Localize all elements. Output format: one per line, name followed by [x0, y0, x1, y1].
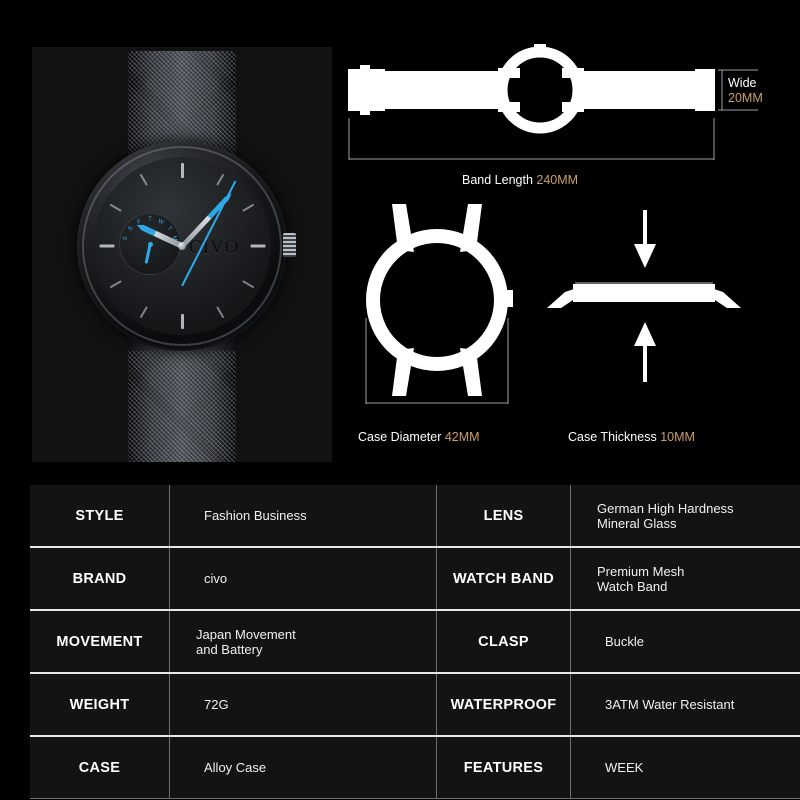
table-row: WEIGHT 72G WATERPROOF 3ATM Water Resistant — [30, 673, 800, 737]
hour-marker-0 — [180, 163, 184, 178]
hour-marker-3 — [250, 244, 265, 248]
mesh-band-bottom — [128, 343, 236, 462]
spec-value-0-left-line1: Fashion Business — [204, 508, 307, 523]
spec-value-1-right: Premium Mesh Watch Band — [570, 547, 800, 611]
specification-table: STYLE Fashion Business LENS German High Har… — [30, 485, 800, 799]
product-spec-page: MTWTFSS CIVO Band Length 240MM Wide 20MM… — [0, 0, 800, 800]
spec-key-3-left: WEIGHT — [30, 673, 170, 737]
watch-crown — [283, 233, 296, 257]
band-wide-label: Wide 20MM — [728, 76, 763, 106]
table-row: CASE Alloy Case FEATURES WEEK — [30, 736, 800, 799]
subdial-weekday-0: S — [122, 235, 130, 242]
spec-key-0-left: STYLE — [30, 485, 170, 548]
band-length-label: Band Length 240MM — [462, 173, 578, 187]
spec-value-3-left-line1: 72G — [204, 697, 229, 712]
spec-value-2-left: Japan Movement and Battery — [169, 610, 437, 674]
spec-value-2-left-line1: Japan Movement — [196, 626, 296, 642]
spec-value-3-left: 72G — [169, 673, 437, 737]
spec-value-0-right: German High Hardness Mineral Glass — [570, 485, 800, 548]
band-length-text: Band Length — [462, 173, 533, 187]
spec-value-1-right-line1: Premium Mesh — [597, 563, 685, 579]
hour-marker-9 — [99, 244, 114, 248]
table-row: MOVEMENT Japan Movement and Battery CLASP Bu… — [30, 610, 800, 674]
hour-marker-1 — [216, 173, 225, 186]
spec-value-3-right-line1: 3ATM Water Resistant — [605, 697, 735, 712]
spec-value-4-left: Alloy Case — [169, 736, 437, 799]
spec-value-4-left-line1: Alloy Case — [204, 760, 267, 775]
spec-key-3-right: WATERPROOF — [436, 673, 571, 737]
case-diameter-label: Case Diameter 42MM — [358, 430, 480, 444]
case-thickness-value: 10MM — [660, 430, 695, 444]
case-diameter-value: 42MM — [444, 430, 480, 444]
case-thickness-diagram — [547, 210, 741, 382]
dimension-diagrams: Band Length 240MM Wide 20MM Case Diamete… — [340, 40, 780, 460]
spec-value-2-right: Buckle — [570, 610, 800, 674]
band-wide-value: 20MM — [728, 91, 763, 105]
watch-dial: MTWTFSS CIVO — [93, 157, 271, 335]
spec-key-1-right: WATCH BAND — [436, 547, 571, 611]
spec-value-1-left: civo — [169, 547, 437, 611]
subdial-weekday-3: T — [148, 217, 152, 223]
hands-hub — [178, 242, 186, 250]
spec-key-4-left: CASE — [30, 736, 170, 799]
product-photo-panel: MTWTFSS CIVO — [32, 47, 332, 462]
spec-value-0-right-line2: Mineral Glass — [597, 515, 677, 531]
spec-key-4-right: FEATURES — [436, 736, 571, 799]
band-diagram — [348, 44, 758, 160]
case-diameter-diagram — [365, 204, 513, 404]
hour-marker-2 — [242, 203, 255, 212]
watch-case: MTWTFSS CIVO — [77, 141, 296, 351]
hour-marker-7 — [139, 306, 148, 319]
case-thickness-label: Case Thickness 10MM — [568, 430, 695, 444]
spec-value-0-left: Fashion Business — [169, 485, 437, 548]
specification-table-body: STYLE Fashion Business LENS German High Har… — [30, 485, 800, 799]
spec-value-3-right: 3ATM Water Resistant — [570, 673, 800, 737]
second-hand — [181, 180, 237, 287]
case-diameter-text: Case Diameter — [358, 430, 442, 444]
spec-value-1-left-line1: civo — [204, 571, 228, 586]
spec-key-1-left: BRAND — [30, 547, 170, 611]
hour-marker-8 — [109, 280, 122, 289]
spec-key-0-right: LENS — [436, 485, 571, 548]
hour-marker-11 — [139, 173, 148, 186]
hour-marker-6 — [180, 314, 184, 329]
spec-value-1-right-line2: Watch Band — [597, 578, 668, 594]
hour-marker-4 — [242, 280, 255, 289]
spec-key-2-right: CLASP — [436, 610, 571, 674]
band-length-value: 240MM — [536, 173, 579, 187]
spec-key-2-left: MOVEMENT — [30, 610, 170, 674]
table-row: STYLE Fashion Business LENS German High Har… — [30, 485, 800, 548]
case-thickness-text: Case Thickness — [568, 430, 657, 444]
hour-marker-10 — [109, 203, 122, 212]
table-row: BRAND civo WATCH BAND Premium Mesh Watch Ban… — [30, 547, 800, 611]
spec-value-4-right: WEEK — [570, 736, 800, 799]
subdial-hub — [147, 241, 153, 247]
hour-marker-5 — [216, 306, 225, 319]
spec-value-2-left-line2: and Battery — [196, 641, 263, 657]
spec-value-0-right-line1: German High Hardness — [597, 500, 734, 516]
band-wide-text: Wide — [728, 76, 757, 90]
spec-value-4-right-line1: WEEK — [605, 760, 644, 775]
spec-value-2-right-line1: Buckle — [605, 634, 645, 649]
